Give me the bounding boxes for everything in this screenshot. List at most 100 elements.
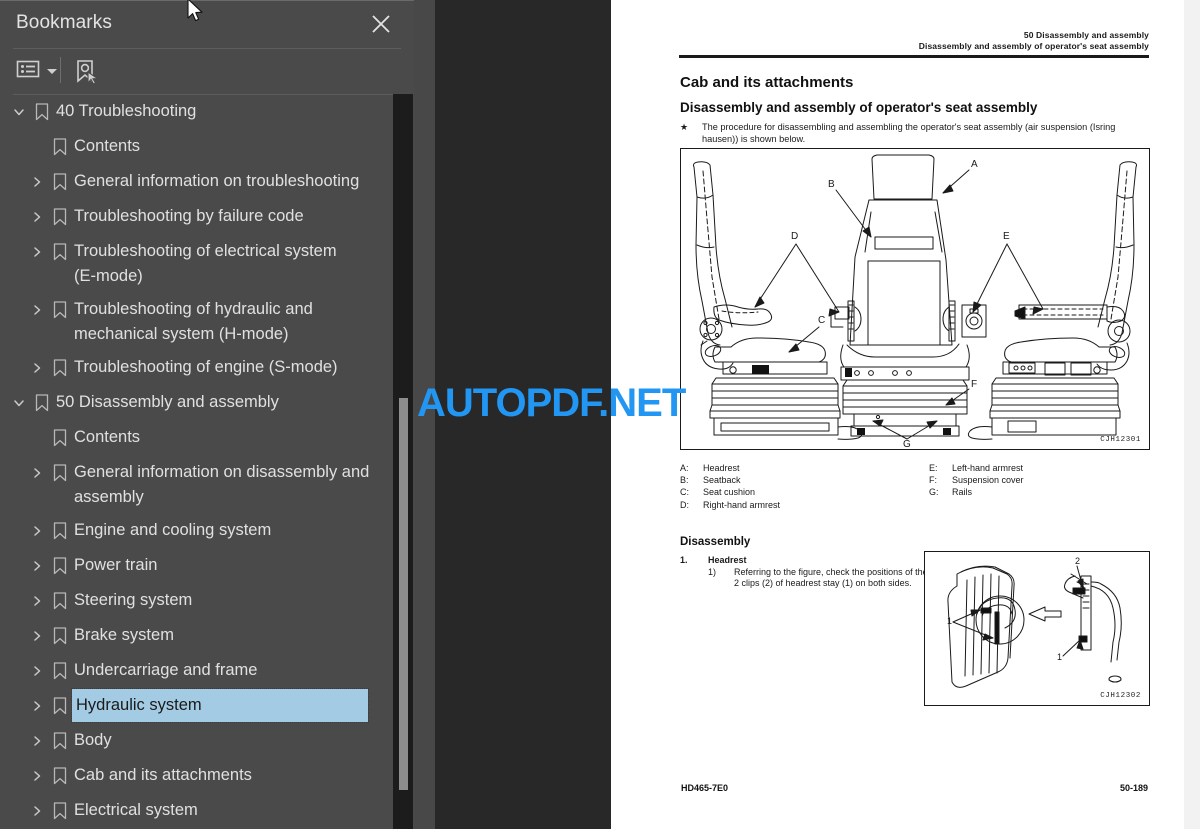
bookmark-item[interactable]: Troubleshooting of hydraulic and mechani… (0, 293, 393, 351)
legend-row: A: Headrest (680, 462, 780, 474)
bookmark-icon (48, 297, 72, 323)
chevron-down-icon[interactable] (8, 390, 30, 416)
bookmark-item[interactable]: Hydraulic system (0, 688, 393, 724)
chevron-right-icon[interactable] (26, 169, 48, 195)
figure-headrest-clips: 1 2 1 CJH12302 (924, 551, 1150, 706)
bookmark-item[interactable]: Contents (0, 130, 393, 165)
legend-text: Seatback (703, 475, 741, 486)
legend-row: D: Right-hand armrest (680, 499, 780, 511)
bookmark-item[interactable]: Troubleshooting of engine (S-mode) (0, 351, 393, 386)
chevron-right-icon[interactable] (26, 588, 48, 614)
svg-text:F: F (971, 379, 977, 390)
chevron-right-icon[interactable] (26, 798, 48, 824)
page-header-subsection: Disassembly and assembly of operator's s… (918, 41, 1149, 51)
note-text: The procedure for disassembling and asse… (702, 122, 1116, 144)
chevron-right-icon[interactable] (26, 239, 48, 265)
bookmark-icon (30, 390, 54, 416)
bookmark-options-button[interactable] (16, 59, 57, 84)
close-icon[interactable] (368, 11, 394, 37)
chevron-right-icon[interactable] (26, 460, 48, 486)
bookmark-icon (48, 693, 72, 719)
bookmark-item[interactable]: 40 Troubleshooting (0, 95, 393, 130)
bookmark-item-label: Undercarriage and frame (74, 661, 258, 679)
toolbar-divider (60, 57, 61, 83)
section-heading-disassembly: Disassembly (680, 536, 751, 548)
bookmark-item[interactable]: Troubleshooting by failure code (0, 200, 393, 235)
bookmark-item-label: Body (74, 731, 112, 749)
step-number: 1. (680, 555, 688, 565)
bookmark-item[interactable]: Engine and cooling system (0, 514, 393, 549)
chevron-right-icon[interactable] (26, 693, 48, 719)
bookmark-item[interactable]: Troubleshooting of electrical system (E-… (0, 235, 393, 293)
bookmark-icon (48, 239, 72, 265)
legend-key: E: (929, 463, 938, 473)
bookmark-item-label: 40 Troubleshooting (56, 102, 197, 120)
figure-headrest-clips-drawing: 1 2 1 (947, 556, 1122, 688)
bookmarks-panel-title: Bookmarks (16, 12, 112, 33)
bookmark-icon (48, 763, 72, 789)
chevron-down-icon[interactable] (8, 99, 30, 125)
bookmark-icon (48, 518, 72, 544)
page-title: Cab and its attachments (680, 74, 854, 91)
chevron-right-icon[interactable] (26, 355, 48, 381)
pdf-page[interactable]: 50 Disassembly and assembly Disassembly … (611, 0, 1184, 829)
legend-key: A: (680, 463, 689, 473)
legend-column-right: E: Left-hand armrest F: Suspension cover G: R… (929, 462, 1024, 499)
svg-text:G: G (903, 439, 911, 449)
bookmarks-tree[interactable]: 40 Troubleshooting Contents General inform… (0, 95, 393, 829)
bookmark-item[interactable]: Body (0, 724, 393, 759)
bookmark-item[interactable]: General information on disassembly and a… (0, 456, 393, 514)
chevron-right-icon[interactable] (26, 518, 48, 544)
chevron-right-icon[interactable] (26, 658, 48, 684)
viewer-background (435, 0, 611, 829)
bookmark-item-label: General information on troubleshooting (74, 172, 360, 190)
bookmark-item[interactable]: Steering system (0, 584, 393, 619)
bookmark-item[interactable]: General information on troubleshooting (0, 165, 393, 200)
pdf-reader-window: Bookmarks 40 Troubleshooting Contents Ge… (0, 0, 1200, 829)
bookmarks-scrollbar-thumb[interactable] (399, 398, 408, 790)
legend-column-left: A: Headrest B: Seatback C: Seat cushion D: Righ… (680, 462, 780, 511)
chevron-right-icon[interactable] (26, 553, 48, 579)
bookmark-item[interactable]: 50 Disassembly and assembly (0, 386, 393, 421)
select-bookmark-button[interactable] (72, 58, 100, 91)
figure-seat-assembly-drawing: A B C D E F G (693, 154, 1137, 449)
chevron-right-icon[interactable] (26, 763, 48, 789)
bookmark-item[interactable]: Contents (0, 421, 393, 456)
chevron-down-icon (47, 69, 57, 74)
bookmark-item[interactable]: Brake system (0, 619, 393, 654)
bookmark-item-label: Engine and cooling system (74, 521, 272, 539)
chevron-right-icon[interactable] (26, 623, 48, 649)
header-rule (679, 55, 1149, 58)
bookmark-item-label: Contents (74, 137, 141, 155)
legend-key: F: (929, 475, 937, 486)
bookmarks-toolbar (0, 49, 414, 94)
page-subtitle: Disassembly and assembly of operator's s… (680, 100, 1038, 115)
step-title: Headrest (708, 555, 747, 565)
svg-text:1: 1 (1057, 652, 1062, 662)
viewer-gutter (414, 0, 435, 829)
bookmark-item-label: Electrical system (74, 801, 198, 819)
bookmark-item[interactable]: Electrical system (0, 794, 393, 829)
legend-text: Right-hand armrest (703, 499, 781, 510)
svg-text:1: 1 (947, 616, 952, 626)
bookmark-item[interactable]: Undercarriage and frame (0, 654, 393, 689)
bookmark-icon (48, 553, 72, 579)
chevron-right-icon[interactable] (26, 297, 48, 323)
footer-model: HD465-7E0 (681, 783, 729, 793)
svg-text:A: A (971, 159, 978, 170)
substep-text: Referring to the figure, check the posit… (734, 566, 928, 589)
bookmarks-panel: Bookmarks 40 Troubleshooting Contents Ge… (0, 0, 414, 829)
legend-row: C: Seat cushion (680, 486, 780, 498)
viewer-right-margin (1184, 0, 1200, 829)
legend-key: B: (680, 475, 689, 486)
bookmark-item-label: Brake system (74, 626, 174, 644)
bookmark-item[interactable]: Power train (0, 549, 393, 584)
substep-number: 1) (708, 567, 717, 577)
bookmark-item[interactable]: Cab and its attachments (0, 759, 393, 794)
procedure-step: 1. Headrest 1) Referring to the figure, … (680, 555, 930, 590)
chevron-right-icon[interactable] (26, 728, 48, 754)
bookmark-item-label: Steering system (74, 591, 193, 609)
bookmark-icon (48, 134, 72, 160)
bookmark-item-label: Cab and its attachments (74, 766, 252, 784)
chevron-right-icon[interactable] (26, 204, 48, 230)
